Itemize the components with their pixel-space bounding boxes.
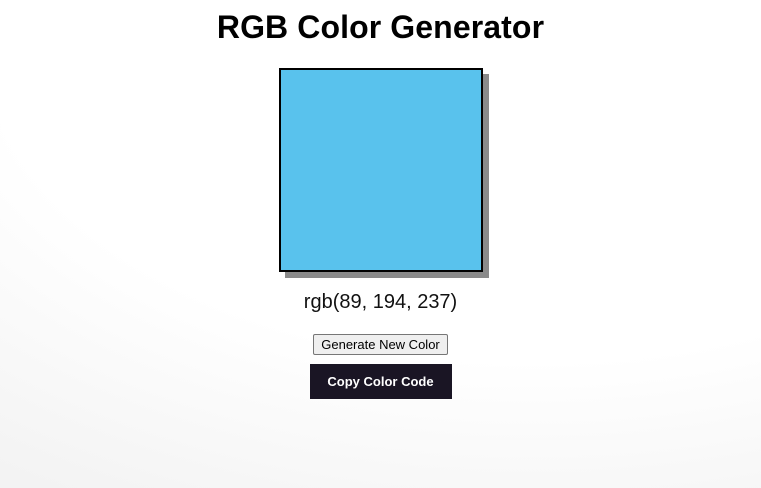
page-title: RGB Color Generator (216, 9, 545, 45)
copy-color-code-button[interactable]: Copy Color Code (309, 364, 452, 399)
color-code-text: rgb(89, 194, 237) (303, 291, 458, 313)
app-container: RGB Color Generator rgb(89, 194, 237) Ge… (0, 0, 761, 488)
color-swatch-container (278, 68, 489, 278)
generate-new-color-button[interactable]: Generate New Color (313, 334, 448, 355)
color-swatch (278, 68, 483, 272)
